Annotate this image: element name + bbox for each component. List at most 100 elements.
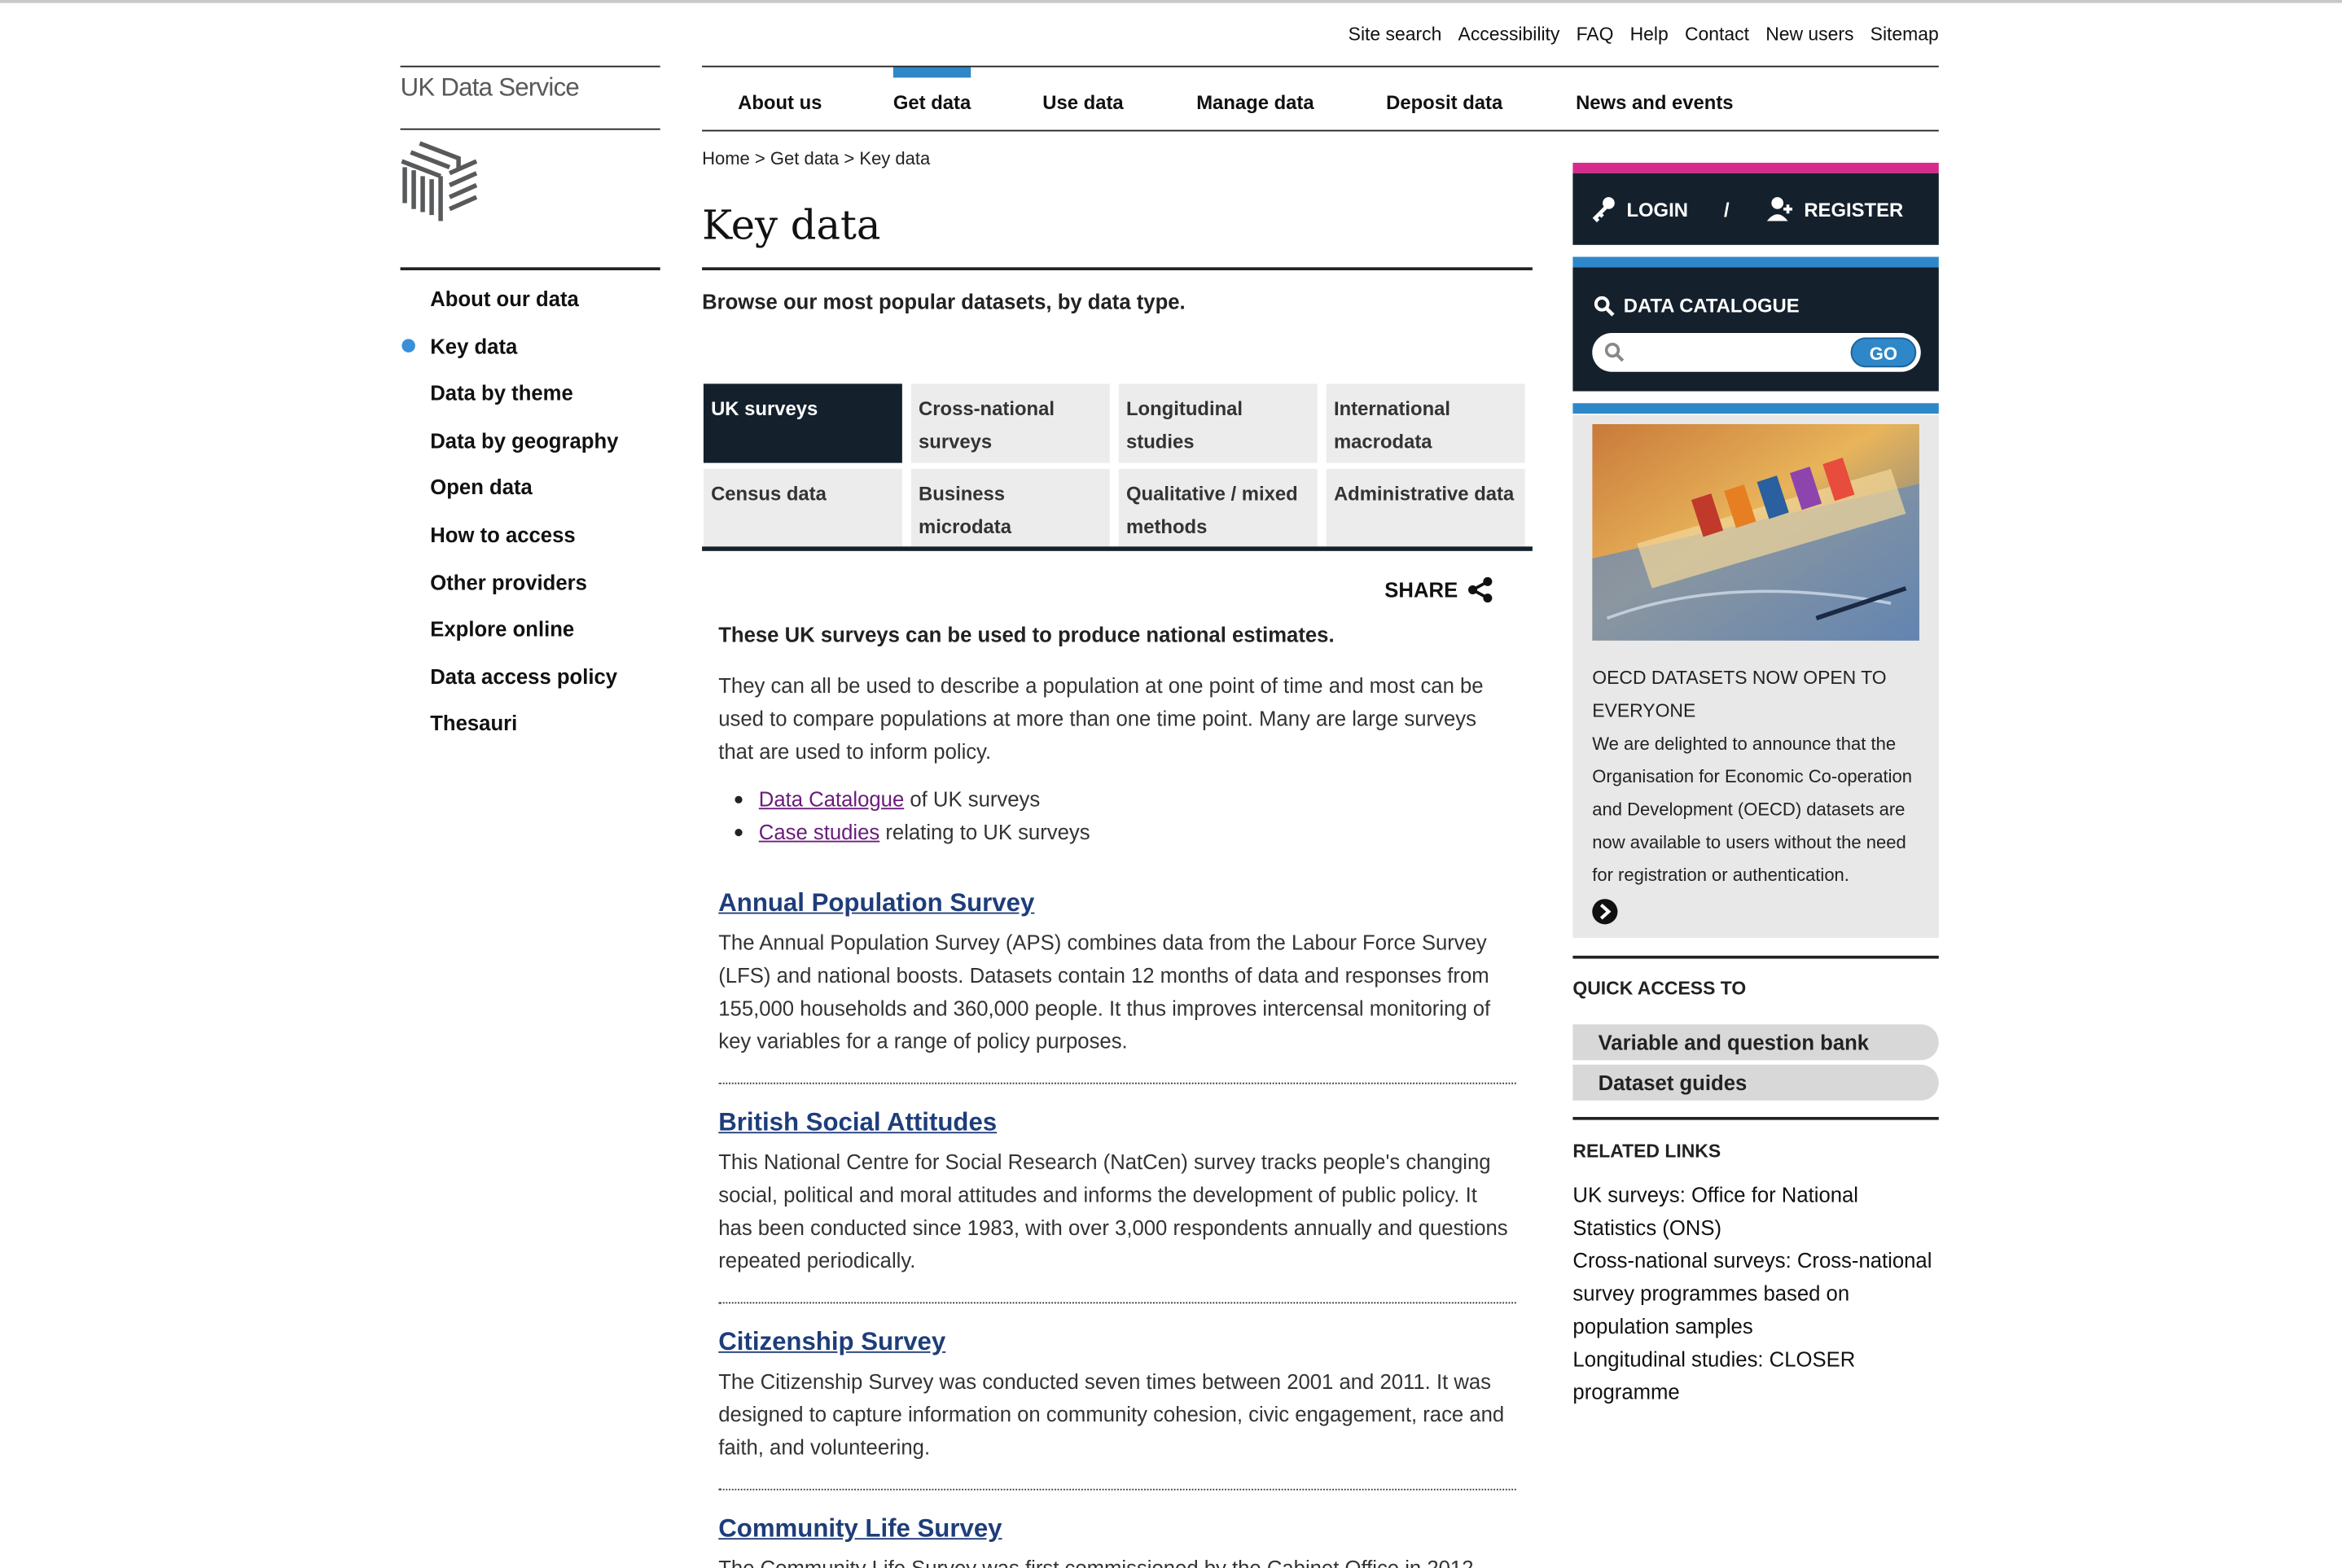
oecd-news-image[interactable] xyxy=(1592,423,1919,641)
list-item: Case studies relating to UK surveys xyxy=(735,815,1090,848)
main-nav-about-us[interactable]: About us xyxy=(738,68,822,130)
main-nav: About us Get data Use data Manage data D… xyxy=(702,65,1939,132)
side-nav-data-by-theme[interactable]: Data by theme xyxy=(430,378,618,425)
register-link[interactable]: REGISTER xyxy=(1804,198,1903,221)
site-logo-text[interactable]: UK Data Service xyxy=(400,65,660,103)
content-lead: These UK surveys can be used to produce … xyxy=(718,622,1335,647)
list-item-text: of UK surveys xyxy=(904,786,1041,811)
tabs-divider xyxy=(702,546,1533,551)
related-links-divider xyxy=(1572,1116,1939,1120)
tab-international-macrodata[interactable]: International macrodata xyxy=(1326,383,1525,463)
tab-longitudinal-studies[interactable]: Longitudinal studies xyxy=(1118,383,1318,463)
list-item: Data Catalogue of UK surveys xyxy=(735,782,1090,815)
page-intro: Browse our most popular datasets, by dat… xyxy=(702,289,1186,314)
share-button[interactable]: SHARE xyxy=(1384,576,1493,603)
side-nav-key-data-label: Key data xyxy=(430,334,518,358)
dataset-guides-button[interactable]: Dataset guides xyxy=(1572,1064,1939,1101)
side-nav-key-data[interactable]: Key data xyxy=(401,331,618,378)
tab-administrative-data[interactable]: Administrative data xyxy=(1326,468,1525,547)
login-register-panel: LOGIN / REGISTER xyxy=(1572,173,1939,245)
survey-title-link[interactable]: Citizenship Survey xyxy=(718,1326,1515,1359)
side-nav-other-providers[interactable]: Other providers xyxy=(430,567,618,614)
util-help[interactable]: Help xyxy=(1630,24,1669,45)
related-links-list: UK surveys: Office for National Statisti… xyxy=(1572,1178,1946,1408)
data-catalogue-link[interactable]: Data Catalogue xyxy=(759,787,904,811)
side-nav: About our data Key data Data by theme Da… xyxy=(401,283,618,756)
quick-access-title: QUICK ACCESS TO xyxy=(1572,978,1747,1000)
login-separator: / xyxy=(1723,198,1730,221)
breadcrumb[interactable]: Home > Get data > Key data xyxy=(702,148,930,169)
main-nav-get-data[interactable]: Get data xyxy=(893,68,971,130)
main-nav-use-data[interactable]: Use data xyxy=(1042,68,1123,130)
data-catalogue-panel: DATA CATALOGUE GO xyxy=(1572,267,1939,392)
catalogue-search-input[interactable] xyxy=(1630,339,1840,366)
related-link-cross-national[interactable]: Cross-national surveys: Cross-national s… xyxy=(1572,1244,1946,1342)
side-nav-data-by-geography[interactable]: Data by geography xyxy=(430,425,618,472)
survey-divider xyxy=(718,1302,1516,1304)
catalogue-title: DATA CATALOGUE xyxy=(1623,294,1800,317)
side-nav-data-access-policy[interactable]: Data access policy xyxy=(430,661,618,708)
util-sitemap[interactable]: Sitemap xyxy=(1871,24,1939,45)
survey-title-link[interactable]: Community Life Survey xyxy=(718,1513,1515,1545)
news-panel: OECD DATASETS NOW OPEN TO EVERYONE We ar… xyxy=(1572,414,1939,938)
util-new-users[interactable]: New users xyxy=(1765,24,1853,45)
share-icon xyxy=(1468,576,1493,603)
tab-business-microdata[interactable]: Business microdata xyxy=(910,468,1110,547)
share-label: SHARE xyxy=(1384,577,1458,602)
survey-description: The Annual Population Survey (APS) combi… xyxy=(718,930,1491,1053)
tab-uk-surveys[interactable]: UK surveys xyxy=(703,383,902,463)
side-nav-how-to-access[interactable]: How to access xyxy=(430,519,618,567)
news-more-arrow-icon[interactable] xyxy=(1592,899,1618,925)
news-body: We are delighted to announce that the Or… xyxy=(1592,733,1912,886)
tab-qualitative-mixed-methods[interactable]: Qualitative / mixed methods xyxy=(1118,468,1318,547)
side-nav-thesauri[interactable]: Thesauri xyxy=(430,708,618,756)
catalogue-search-box: GO xyxy=(1592,333,1921,372)
survey-description: The Community Life Survey was first comm… xyxy=(718,1556,1474,1568)
survey-title-link[interactable]: Annual Population Survey xyxy=(718,887,1515,920)
utility-nav: Site search Accessibility FAQ Help Conta… xyxy=(1349,24,1939,45)
login-accent-bar xyxy=(1572,162,1939,173)
survey-item: Annual Population Survey The Annual Popu… xyxy=(718,887,1515,1058)
survey-divider xyxy=(718,1082,1516,1084)
list-item-text: relating to UK surveys xyxy=(879,819,1090,844)
survey-description: This National Centre for Social Research… xyxy=(718,1150,1508,1272)
case-studies-link[interactable]: Case studies xyxy=(759,820,879,843)
tab-cross-national-surveys[interactable]: Cross-national surveys xyxy=(910,383,1110,463)
catalogue-accent-bar xyxy=(1572,256,1939,268)
catalogue-heading: DATA CATALOGUE xyxy=(1594,294,1800,317)
side-nav-open-data[interactable]: Open data xyxy=(430,472,618,519)
related-link-closer[interactable]: Longitudinal studies: CLOSER programme xyxy=(1572,1342,1946,1408)
variable-question-bank-button[interactable]: Variable and question bank xyxy=(1572,1024,1939,1061)
login-link[interactable]: LOGIN xyxy=(1626,198,1688,221)
logo-divider xyxy=(400,128,660,130)
tab-census-data[interactable]: Census data xyxy=(703,468,902,547)
quick-access-divider xyxy=(1572,955,1939,959)
search-field-icon xyxy=(1604,342,1625,362)
content-paragraph: They can all be used to describe a popul… xyxy=(718,673,1484,764)
active-dot-icon xyxy=(401,338,415,353)
main-nav-manage-data[interactable]: Manage data xyxy=(1196,68,1314,130)
survey-divider xyxy=(718,1488,1516,1491)
side-nav-explore-online[interactable]: Explore online xyxy=(430,614,618,661)
search-icon xyxy=(1594,295,1615,316)
survey-title-link[interactable]: British Social Attitudes xyxy=(718,1106,1515,1139)
uk-data-service-logo-icon[interactable] xyxy=(399,138,480,224)
page-title: Key data xyxy=(702,203,881,250)
side-nav-about-our-data[interactable]: About our data xyxy=(430,283,618,331)
related-links-title: RELATED LINKS xyxy=(1572,1141,1721,1163)
util-contact[interactable]: Contact xyxy=(1685,24,1749,45)
main-nav-deposit-data[interactable]: Deposit data xyxy=(1386,68,1502,130)
util-faq[interactable]: FAQ xyxy=(1577,24,1614,45)
content-links: Data Catalogue of UK surveys Case studie… xyxy=(735,782,1090,848)
main-nav-news-and-events[interactable]: News and events xyxy=(1576,68,1734,130)
side-nav-divider xyxy=(400,267,660,270)
util-accessibility[interactable]: Accessibility xyxy=(1458,24,1560,45)
survey-item: Citizenship Survey The Citizenship Surve… xyxy=(718,1326,1515,1464)
catalogue-go-button[interactable]: GO xyxy=(1850,337,1917,368)
news-title[interactable]: OECD DATASETS NOW OPEN TO EVERYONE xyxy=(1592,662,1923,728)
survey-item: British Social Attitudes This National C… xyxy=(718,1106,1515,1277)
register-user-icon xyxy=(1766,197,1792,221)
util-site-search[interactable]: Site search xyxy=(1349,24,1442,45)
related-link-ons[interactable]: UK surveys: Office for National Statisti… xyxy=(1572,1178,1946,1244)
top-border xyxy=(0,0,2342,3)
